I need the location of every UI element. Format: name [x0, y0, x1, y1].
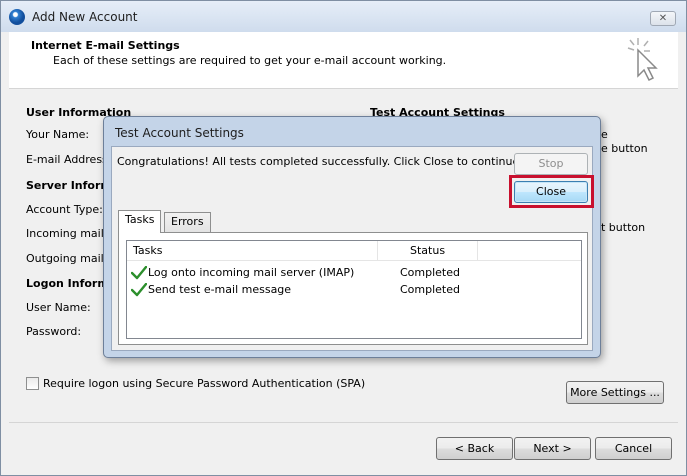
list-header: Tasks Status [127, 241, 581, 261]
header-panel: Internet E-mail Settings Each of these s… [9, 32, 678, 89]
header-subtitle: Each of these settings are required to g… [53, 54, 447, 67]
dialog-body: Congratulations! All tests completed suc… [111, 146, 594, 351]
right-text-fragment: e [601, 128, 608, 141]
checkmark-icon [131, 283, 147, 297]
window-title: Add New Account [32, 10, 138, 24]
right-text-fragment: e button [601, 142, 648, 155]
tab-tasks[interactable]: Tasks [118, 210, 162, 233]
cursor-click-icon [627, 38, 658, 82]
test-account-settings-dialog: Test Account Settings Congratulations! A… [103, 116, 601, 358]
user-name-label: User Name: [26, 301, 91, 314]
task-row[interactable]: Send test e-mail message Completed [127, 282, 581, 299]
next-button[interactable]: Next > [514, 437, 591, 460]
task-status: Completed [400, 283, 460, 296]
column-separator[interactable] [477, 241, 478, 261]
right-text-fragment: t button [601, 221, 646, 234]
success-message: Congratulations! All tests completed suc… [117, 155, 523, 168]
column-header-tasks[interactable]: Tasks [133, 244, 162, 257]
more-settings-button[interactable]: More Settings ... [566, 381, 664, 404]
add-new-account-window: Add New Account ✕ Internet E-mail Settin… [0, 0, 687, 476]
checkmark-icon [131, 266, 147, 280]
task-status: Completed [400, 266, 460, 279]
your-name-label: Your Name: [26, 128, 90, 141]
column-separator[interactable] [377, 241, 378, 261]
account-type-label: Account Type: [26, 203, 103, 216]
close-button[interactable]: Close [514, 181, 588, 203]
password-label: Password: [26, 325, 82, 338]
back-button[interactable]: < Back [436, 437, 513, 460]
dialog-title: Test Account Settings [115, 126, 244, 140]
outlook-globe-icon [9, 9, 25, 25]
titlebar: Add New Account ✕ [1, 1, 686, 32]
tasks-panel: Tasks Status Log onto incoming mail serv… [118, 232, 588, 345]
column-header-status[interactable]: Status [410, 244, 445, 257]
server-info-title: Server Inform [26, 179, 112, 192]
window-close-button[interactable]: ✕ [650, 11, 676, 26]
tab-errors[interactable]: Errors [164, 212, 211, 232]
email-label: E-mail Address: [26, 153, 112, 166]
task-row[interactable]: Log onto incoming mail server (IMAP) Com… [127, 265, 581, 282]
task-name: Log onto incoming mail server (IMAP) [148, 266, 355, 279]
spa-checkbox-row[interactable]: Require logon using Secure Password Auth… [26, 377, 365, 390]
header-title: Internet E-mail Settings [31, 39, 180, 52]
footer-divider [9, 422, 678, 423]
tasks-list: Tasks Status Log onto incoming mail serv… [126, 240, 582, 339]
spa-checkbox[interactable] [26, 377, 39, 390]
cancel-button[interactable]: Cancel [595, 437, 672, 460]
spa-label: Require logon using Secure Password Auth… [43, 377, 366, 390]
stop-button[interactable]: Stop [514, 153, 588, 175]
task-name: Send test e-mail message [148, 283, 292, 296]
logon-info-title: Logon Inform [26, 277, 109, 290]
